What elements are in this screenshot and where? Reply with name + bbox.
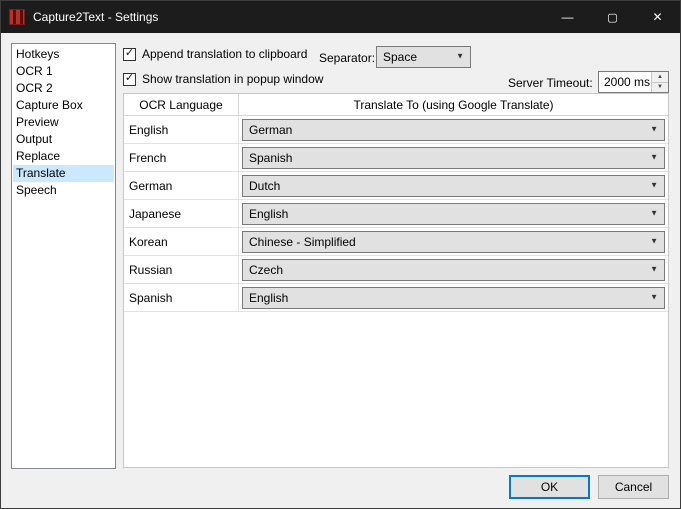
- minimize-icon: —: [562, 10, 574, 24]
- translate-to-dropdown[interactable]: German ▼: [242, 119, 665, 141]
- translate-to-value: German: [243, 123, 292, 137]
- maximize-button[interactable]: ▢: [590, 1, 635, 33]
- translate-to-cell: Dutch ▼: [239, 172, 668, 199]
- sidebar-item-translate[interactable]: Translate: [13, 165, 114, 182]
- window-title: Capture2Text - Settings: [33, 10, 158, 24]
- sidebar-item-replace[interactable]: Replace: [13, 148, 114, 165]
- table-row: French Spanish ▼: [124, 144, 668, 172]
- ocr-language-cell[interactable]: English: [124, 116, 239, 143]
- server-timeout-spinbox[interactable]: 2000 ms ▲ ▼: [598, 71, 669, 93]
- server-timeout-value: 2000 ms: [599, 75, 651, 89]
- translate-to-cell: German ▼: [239, 116, 668, 143]
- minimize-button[interactable]: —: [545, 1, 590, 33]
- translate-to-dropdown[interactable]: Czech ▼: [242, 259, 665, 281]
- ok-button[interactable]: OK: [509, 475, 590, 499]
- sidebar-item-ocr2[interactable]: OCR 2: [13, 80, 114, 97]
- close-icon: ✕: [652, 10, 662, 24]
- sidebar-item-output[interactable]: Output: [13, 131, 114, 148]
- translate-to-value: Czech: [243, 263, 283, 277]
- ocr-language-cell[interactable]: Japanese: [124, 200, 239, 227]
- caption-buttons: — ▢ ✕: [545, 1, 680, 33]
- translate-to-value: Chinese - Simplified: [243, 235, 356, 249]
- translate-to-value: Dutch: [243, 179, 280, 193]
- table-header-row: OCR Language Translate To (using Google …: [124, 94, 668, 116]
- dropdown-arrow-icon: ▼: [650, 126, 658, 134]
- spin-up-button[interactable]: ▲: [652, 72, 668, 83]
- translate-to-dropdown[interactable]: English ▼: [242, 203, 665, 225]
- spin-down-button[interactable]: ▼: [652, 83, 668, 93]
- cancel-button[interactable]: Cancel: [598, 475, 669, 499]
- dropdown-arrow-icon: ▼: [650, 210, 658, 218]
- show-popup-checkbox[interactable]: ✓: [123, 73, 136, 86]
- append-clipboard-option[interactable]: ✓ Append translation to clipboard: [123, 47, 307, 61]
- translation-table: OCR Language Translate To (using Google …: [123, 93, 669, 468]
- dropdown-arrow-icon: ▼: [650, 238, 658, 246]
- close-button[interactable]: ✕: [635, 1, 680, 33]
- translate-to-cell: Chinese - Simplified ▼: [239, 228, 668, 255]
- show-popup-label: Show translation in popup window: [142, 72, 323, 86]
- translate-to-cell: English ▼: [239, 284, 668, 311]
- dropdown-arrow-icon: ▼: [650, 154, 658, 162]
- show-popup-option[interactable]: ✓ Show translation in popup window: [123, 72, 323, 86]
- translate-to-dropdown[interactable]: Dutch ▼: [242, 175, 665, 197]
- dropdown-arrow-icon: ▼: [456, 53, 464, 61]
- ocr-language-cell[interactable]: German: [124, 172, 239, 199]
- separator-dropdown[interactable]: Space ▼: [376, 46, 471, 68]
- dropdown-arrow-icon: ▼: [650, 294, 658, 302]
- dropdown-arrow-icon: ▼: [650, 266, 658, 274]
- append-clipboard-label: Append translation to clipboard: [142, 47, 307, 61]
- spin-up-icon: ▲: [657, 74, 663, 80]
- table-row: English German ▼: [124, 116, 668, 144]
- translate-to-cell: Spanish ▼: [239, 144, 668, 171]
- translate-to-value: English: [243, 207, 288, 221]
- separator-label: Separator:: [319, 51, 375, 65]
- settings-window: Capture2Text - Settings — ▢ ✕ Hotkeys OC…: [0, 0, 681, 509]
- sidebar-item-hotkeys[interactable]: Hotkeys: [13, 46, 114, 63]
- ocr-language-cell[interactable]: Korean: [124, 228, 239, 255]
- translate-to-dropdown[interactable]: Chinese - Simplified ▼: [242, 231, 665, 253]
- ocr-language-cell[interactable]: Russian: [124, 256, 239, 283]
- sidebar-item-ocr1[interactable]: OCR 1: [13, 63, 114, 80]
- table-row: Korean Chinese - Simplified ▼: [124, 228, 668, 256]
- translate-to-value: English: [243, 291, 288, 305]
- table-row: Russian Czech ▼: [124, 256, 668, 284]
- sidebar-item-capture-box[interactable]: Capture Box: [13, 97, 114, 114]
- dropdown-arrow-icon: ▼: [650, 182, 658, 190]
- spin-down-icon: ▼: [657, 84, 663, 90]
- separator-value: Space: [377, 50, 417, 64]
- translate-to-dropdown[interactable]: Spanish ▼: [242, 147, 665, 169]
- ocr-language-cell[interactable]: French: [124, 144, 239, 171]
- append-clipboard-checkbox[interactable]: ✓: [123, 48, 136, 61]
- maximize-icon: ▢: [607, 11, 617, 24]
- table-row: Japanese English ▼: [124, 200, 668, 228]
- ocr-language-cell[interactable]: Spanish: [124, 284, 239, 311]
- checkmark-icon: ✓: [125, 73, 134, 84]
- sidebar-item-preview[interactable]: Preview: [13, 114, 114, 131]
- app-icon: [9, 9, 25, 25]
- sidebar-item-speech[interactable]: Speech: [13, 182, 114, 199]
- sidebar: Hotkeys OCR 1 OCR 2 Capture Box Preview …: [11, 43, 116, 469]
- table-row: Spanish English ▼: [124, 284, 668, 312]
- header-translate-to: Translate To (using Google Translate): [239, 94, 668, 115]
- titlebar: Capture2Text - Settings — ▢ ✕: [1, 1, 680, 33]
- checkmark-icon: ✓: [125, 48, 134, 59]
- server-timeout-label: Server Timeout:: [508, 76, 593, 90]
- translate-to-dropdown[interactable]: English ▼: [242, 287, 665, 309]
- table-row: German Dutch ▼: [124, 172, 668, 200]
- spin-buttons: ▲ ▼: [651, 72, 668, 92]
- translate-to-cell: Czech ▼: [239, 256, 668, 283]
- translate-to-value: Spanish: [243, 151, 292, 165]
- header-ocr-language: OCR Language: [124, 94, 239, 115]
- translate-to-cell: English ▼: [239, 200, 668, 227]
